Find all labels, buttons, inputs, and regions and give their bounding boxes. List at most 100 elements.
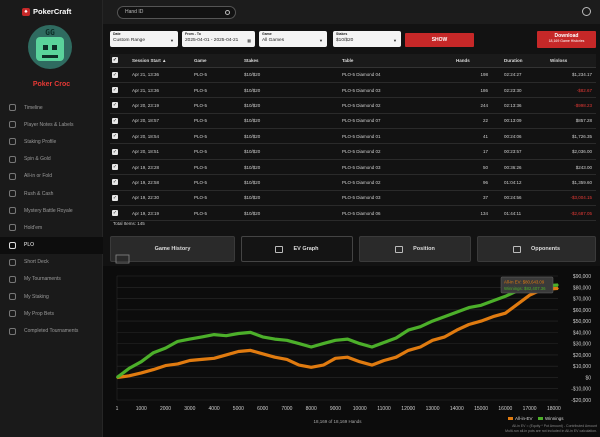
sidebar-item-plo[interactable]: PLO: [0, 236, 103, 254]
table-row[interactable]: ✓ Apr 19, 23:19 PLO-5 $10/$20 PLO-5 Diamond …: [110, 205, 596, 222]
checkbox-icon[interactable]: ✓: [112, 148, 118, 155]
row-checkbox[interactable]: ✓: [110, 97, 130, 114]
data-point: [237, 332, 240, 335]
sidebar-item-my-prop-bets[interactable]: My Prop Bets: [0, 305, 103, 322]
data-point: [128, 374, 130, 377]
table-row[interactable]: ✓ Apr 20, 23:19 PLO-5 $10/$20 PLO-5 Diamond …: [110, 97, 596, 114]
notes-icon: [9, 121, 16, 129]
avatar[interactable]: GG: [28, 25, 72, 69]
cell-stakes: $10/$20: [242, 97, 302, 114]
col-game[interactable]: Game: [192, 54, 242, 68]
x-tick-label: 18000: [547, 406, 561, 412]
mystery-icon: [9, 207, 16, 215]
row-checkbox[interactable]: ✓: [110, 82, 130, 99]
y-tick-label: $20,000: [573, 353, 591, 359]
cell-stakes: $10/$20: [242, 190, 302, 207]
select-all-checkbox[interactable]: ✓: [110, 54, 130, 68]
plo-icon: [9, 241, 16, 249]
row-checkbox[interactable]: ✓: [110, 143, 130, 160]
sidebar-item-my-tournaments[interactable]: My Tournaments: [0, 271, 103, 288]
sidebar-item-spin-gold[interactable]: Spin & Gold: [0, 151, 103, 168]
x-tick-label: 4000: [209, 406, 220, 412]
download-button[interactable]: Download 18,169 Game Histories: [537, 31, 596, 48]
app-logo[interactable]: ♠ PokerCraft: [22, 7, 71, 16]
sidebar-item-label: My Staking: [24, 293, 49, 300]
from-to-filter[interactable]: From - To 2025-04-01 - 2025-04-21 ▦: [182, 31, 255, 47]
col-hands[interactable]: Hands: [454, 54, 502, 68]
cell-stakes: $10/$20: [242, 143, 302, 160]
tooltip-winnings: Winnings: $82,407.36: [504, 286, 546, 291]
col-duration[interactable]: Duration: [502, 54, 548, 68]
row-checkbox[interactable]: ✓: [110, 67, 130, 83]
table-row[interactable]: ✓ Apr 19, 22:58 PLO-5 $10/$20 PLO-5 Diamond …: [110, 174, 596, 191]
cell-stakes: $10/$20: [242, 174, 302, 191]
row-checkbox[interactable]: ✓: [110, 128, 130, 145]
sidebar-item-completed-tournaments[interactable]: Completed Tournaments: [0, 322, 103, 339]
game-filter[interactable]: Game All Games ▼: [259, 31, 327, 47]
checkbox-icon[interactable]: ✓: [112, 133, 118, 140]
sidebar-item-all-in-or-fold[interactable]: All-in or Fold: [0, 168, 103, 185]
table-row[interactable]: ✓ Apr 20, 18:54 PLO-5 $10/$20 PLO-5 Diamond …: [110, 128, 596, 145]
checkbox-icon[interactable]: ✓: [112, 71, 118, 78]
y-tick-label: $40,000: [573, 330, 591, 336]
sidebar-item-short-deck[interactable]: Short Deck: [0, 254, 103, 271]
tab-ev-graph[interactable]: EV Graph: [241, 236, 353, 262]
col-table[interactable]: Table: [302, 54, 454, 68]
col-session-start[interactable]: Session Start ▲: [130, 54, 192, 68]
tab-position[interactable]: Position: [359, 236, 471, 262]
table-row[interactable]: ✓ Apr 20, 18:57 PLO-5 $10/$20 PLO-5 Diamond …: [110, 113, 596, 130]
sidebar-item-timeline[interactable]: Timeline: [0, 99, 103, 116]
date-filter[interactable]: Date Custom Range ▼: [110, 31, 178, 47]
row-checkbox[interactable]: ✓: [110, 174, 130, 191]
stakes-filter[interactable]: Stakes $10/$20 ▼: [333, 31, 401, 47]
cell-session-start: Apr 20, 23:19: [130, 97, 192, 114]
cell-stakes: $10/$20: [242, 159, 302, 176]
search-icon[interactable]: [225, 10, 230, 15]
cell-winloss: $857.28: [548, 113, 596, 130]
hand-id-search-input[interactable]: Hand ID: [117, 6, 236, 19]
globe-icon[interactable]: [582, 7, 591, 16]
table-row[interactable]: ✓ Apr 19, 23:28 PLO-5 $10/$20 PLO-5 Diamond …: [110, 159, 596, 176]
cell-session-start: Apr 19, 22:30: [130, 190, 192, 207]
sidebar-item-my-staking[interactable]: My Staking: [0, 288, 103, 305]
sidebar-item-rush-cash[interactable]: Rush & Cash: [0, 185, 103, 202]
checkbox-icon[interactable]: ✓: [112, 194, 118, 201]
show-button[interactable]: SHOW: [405, 33, 474, 47]
checkbox-icon[interactable]: ✓: [112, 87, 118, 94]
table-row[interactable]: ✓ Apr 21, 13:36 PLO-5 $10/$20 PLO-5 Diamond …: [110, 82, 596, 99]
sidebar: ♠ PokerCraft GG Poker Croc Timeline Playe…: [0, 0, 103, 437]
table-row[interactable]: ✓ Apr 21, 13:36 PLO-5 $10/$20 PLO-5 Diamond …: [110, 67, 596, 83]
row-checkbox[interactable]: ✓: [110, 205, 130, 222]
checkbox-icon[interactable]: ✓: [112, 210, 118, 217]
table-row[interactable]: ✓ Apr 20, 18:51 PLO-5 $10/$20 PLO-5 Diamond …: [110, 143, 596, 160]
data-point: [189, 338, 191, 340]
ev-graph-chart[interactable]: -$20,000 -$10,000 $0 $10,000 $20,000 $30,000 $…: [103, 266, 600, 437]
table-row[interactable]: ✓ Apr 19, 22:30 PLO-5 $10/$20 PLO-5 Diamond …: [110, 190, 596, 207]
checkbox-icon[interactable]: ✓: [112, 164, 118, 171]
col-winloss[interactable]: Winloss: [548, 54, 596, 68]
row-checkbox[interactable]: ✓: [110, 113, 130, 130]
sidebar-item-label: My Prop Bets: [24, 310, 55, 317]
row-checkbox[interactable]: ✓: [110, 190, 130, 207]
sidebar-item-player-notes-labels[interactable]: Player Notes & Labels: [0, 116, 103, 133]
data-point: [225, 334, 228, 337]
avatar-eye-left: [43, 45, 48, 50]
calendar-icon: ▦: [247, 38, 251, 43]
checkbox-icon[interactable]: ✓: [112, 102, 118, 109]
cell-table: PLO-5 Diamond 02: [302, 174, 454, 191]
data-point: [480, 304, 482, 307]
tab-opponents[interactable]: Opponents: [477, 236, 596, 262]
row-checkbox[interactable]: ✓: [110, 159, 130, 176]
trophy-icon: [9, 275, 16, 283]
checkbox-icon[interactable]: ✓: [112, 179, 118, 186]
sidebar-item-label: Mystery Battle Royale: [24, 207, 73, 214]
sidebar-item-staking-profile[interactable]: Staking Profile: [0, 133, 103, 150]
cell-hands: 50: [454, 159, 502, 176]
checkbox-icon[interactable]: ✓: [112, 117, 118, 124]
sidebar-item-hold-em[interactable]: Hold'em: [0, 219, 103, 236]
x-tick-label: 16000: [498, 406, 512, 412]
y-tick-label: $0: [585, 375, 591, 381]
sidebar-item-mystery-battle-royale[interactable]: Mystery Battle Royale: [0, 202, 103, 219]
x-tick-label: 12000: [401, 406, 415, 412]
col-stakes[interactable]: Stakes: [242, 54, 302, 68]
